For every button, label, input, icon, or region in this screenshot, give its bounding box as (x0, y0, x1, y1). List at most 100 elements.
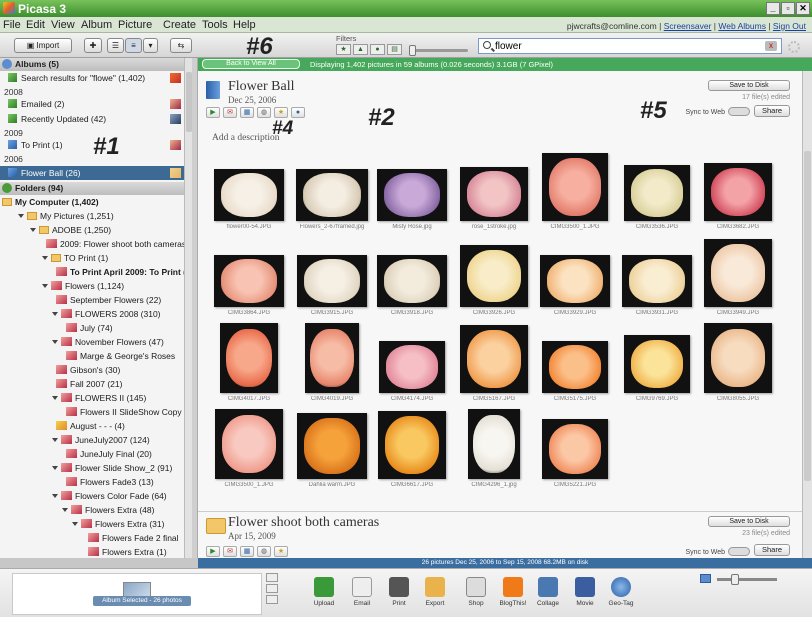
expand-arrow-icon[interactable] (42, 284, 48, 288)
expand-arrow-icon[interactable] (72, 522, 78, 526)
print-tool[interactable]: Print (380, 573, 418, 617)
photo-image[interactable] (214, 255, 284, 307)
shop-tool[interactable]: Shop (457, 573, 495, 617)
thumbnail-size-knob[interactable] (731, 574, 739, 585)
folder-tree-item[interactable]: Flowers Extra (1) (88, 545, 167, 558)
folder-tree-item[interactable]: August - - - (4) (56, 419, 125, 433)
collage-tool[interactable]: Collage (529, 573, 567, 617)
folder-tree-item[interactable]: Marge & George's Roses (66, 349, 175, 363)
folder-tree-item[interactable]: My Pictures (1,251) (18, 209, 114, 223)
photo-image[interactable] (460, 245, 528, 307)
folder-tree-item[interactable]: FLOWERS 2008 (310) (52, 307, 161, 321)
email-album-button[interactable]: ✉ (223, 107, 237, 118)
folder-tree-item[interactable]: Flowers Color Fade (64) (52, 489, 167, 503)
folder-tree-item[interactable]: Flowers Fade3 (13) (66, 475, 154, 489)
photo-thumbnail[interactable]: CIMG6617.JPG (373, 409, 451, 491)
photo-thumbnail[interactable]: flower00-54.JPG (210, 151, 288, 233)
menu-album[interactable]: Album (81, 19, 112, 31)
photo-image[interactable] (460, 167, 528, 221)
maximize-button[interactable]: ▫ (781, 2, 795, 15)
photo-thumbnail[interactable]: CIMG5175.JPG (536, 323, 614, 405)
menu-create[interactable]: Create (163, 19, 196, 31)
photo-thumbnail[interactable]: CIMG5221.JPG (536, 409, 614, 491)
upload-album-button[interactable]: ◍ (257, 546, 271, 557)
email-tool[interactable]: Email (343, 573, 381, 617)
movie-tool[interactable]: Movie (566, 573, 604, 617)
import-button[interactable]: ▣ Import (14, 38, 72, 53)
add-folder-button[interactable]: ✚ (84, 38, 102, 53)
photo-image[interactable] (296, 169, 368, 221)
uploaded-filter-button[interactable]: ▲ (353, 44, 368, 55)
photo-thumbnail[interactable]: CIMG3931.JPG (618, 237, 696, 319)
faces-filter-button[interactable]: ● (370, 44, 385, 55)
view-options-button[interactable]: ▾ (143, 38, 158, 53)
photo-thumbnail[interactable]: CIMG3500_1.JPG (210, 409, 288, 491)
add-to-album-icon[interactable] (266, 595, 278, 604)
search-input[interactable] (495, 40, 755, 52)
album-title[interactable]: Flower shoot both cameras (228, 515, 379, 531)
photo-image[interactable] (377, 169, 447, 221)
folder-tree-item[interactable]: November Flowers (47) (52, 335, 164, 349)
expand-arrow-icon[interactable] (52, 438, 58, 442)
tree-view-button[interactable]: ≡ (125, 38, 142, 53)
photo-image[interactable] (377, 255, 447, 307)
star-album-button[interactable]: ★ (274, 546, 288, 557)
sync-toggle[interactable] (728, 107, 750, 116)
photo-thumbnail[interactable]: CIMG3949.JPG (699, 237, 777, 319)
folder-tree-item[interactable]: Flowers Fade 2 final (88, 531, 179, 545)
collage-album-button[interactable]: ▦ (240, 546, 254, 557)
list-view-button[interactable]: ☰ (107, 38, 124, 53)
photo-image[interactable] (622, 255, 692, 307)
photo-image[interactable] (542, 419, 608, 479)
screensaver-link[interactable]: Screensaver (664, 21, 712, 31)
photo-image[interactable] (297, 255, 367, 307)
expand-arrow-icon[interactable] (52, 340, 58, 344)
save-to-disk-button[interactable]: Save to Disk (708, 516, 790, 527)
geotag-tool[interactable]: Geo-Tag (602, 573, 640, 617)
web-albums-link[interactable]: Web Albums (718, 21, 766, 31)
folder-tree-item[interactable]: September Flowers (22) (56, 293, 161, 307)
photo-thumbnail[interactable]: CIMG4296_1.jpg (455, 409, 533, 491)
folder-tree-item[interactable]: My Computer (1,402) (2, 195, 99, 209)
photo-thumbnail[interactable]: CIMG4019.JPG (293, 323, 371, 405)
album-title[interactable]: Flower Ball (228, 79, 295, 95)
photo-thumbnail[interactable]: Flowers_2-67framed.jpg (293, 151, 371, 233)
menu-picture[interactable]: Picture (118, 19, 152, 31)
menu-tools[interactable]: Tools (202, 19, 228, 31)
expand-arrow-icon[interactable] (62, 508, 68, 512)
folder-tree-item[interactable]: JuneJuly2007 (124) (52, 433, 150, 447)
video-filter-button[interactable]: ▤ (387, 44, 402, 55)
photo-image[interactable] (215, 409, 283, 479)
folder-tree-item[interactable]: 2009: Flower shoot both cameras (46, 237, 186, 251)
date-filter-knob[interactable] (409, 45, 416, 56)
photo-image[interactable] (540, 255, 610, 307)
photo-image[interactable] (542, 341, 608, 393)
folder-tree-item[interactable]: Flowers II SlideShow Copy (66, 405, 182, 419)
photo-thumbnail[interactable]: CIMG3536.JPG (618, 151, 696, 233)
menu-view[interactable]: View (51, 19, 75, 31)
photo-scrollbar[interactable] (802, 71, 812, 558)
photo-image[interactable] (378, 411, 446, 479)
clear-search-button[interactable]: x (765, 41, 777, 51)
search-results-album[interactable]: Search results for "flowe" (1,402) (8, 71, 145, 85)
photo-image[interactable] (214, 169, 284, 221)
photo-thumbnail[interactable]: CIMG3918.JPG (373, 237, 451, 319)
folder-tree-item[interactable]: TO Print (1) (42, 251, 108, 265)
emailed-album[interactable]: Emailed (2) (8, 97, 64, 111)
photo-image[interactable] (460, 325, 528, 393)
photo-scroll-thumb[interactable] (804, 151, 811, 481)
blogthis-tool[interactable]: BlogThis! (494, 573, 532, 617)
flower-ball-album[interactable]: Flower Ball (26) (0, 166, 184, 180)
photo-thumbnail[interactable]: CIMG4174.JPG (373, 323, 451, 405)
menu-file[interactable]: File (3, 19, 21, 31)
sign-out-link[interactable]: Sign Out (773, 21, 806, 31)
close-button[interactable]: ✕ (796, 2, 810, 15)
photo-thumbnail[interactable]: CIMG3682.JPG (699, 151, 777, 233)
photo-image[interactable] (305, 323, 359, 393)
folders-section-header[interactable]: Folders (94) (0, 182, 184, 195)
save-to-disk-button[interactable]: Save to Disk (708, 80, 790, 91)
expand-arrow-icon[interactable] (42, 256, 48, 260)
photo-thumbnail[interactable]: CIMG5167.JPG (455, 323, 533, 405)
photo-thumbnail[interactable]: CIMG3915.JPG (293, 237, 371, 319)
slideshow-button[interactable]: ▶ (206, 546, 220, 557)
